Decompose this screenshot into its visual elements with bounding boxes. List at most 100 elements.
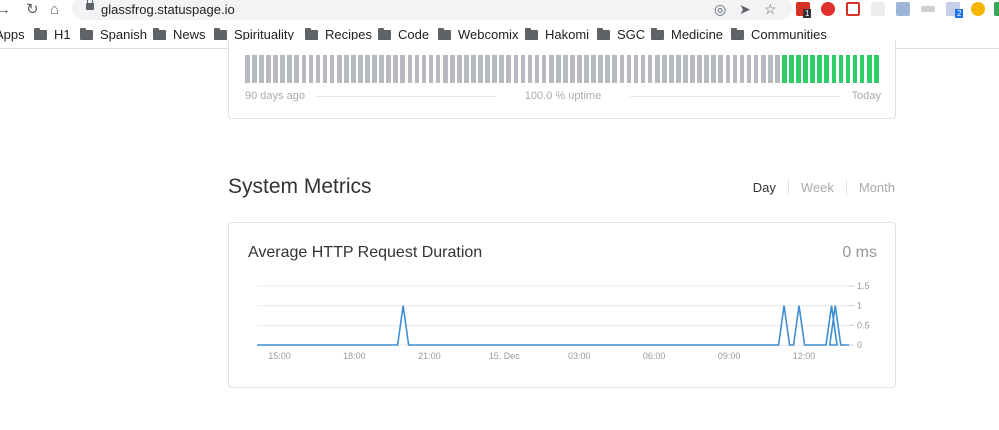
uptime-day-bar[interactable] bbox=[810, 55, 816, 83]
uptime-day-bar[interactable] bbox=[739, 55, 745, 83]
uptime-day-bar[interactable] bbox=[365, 55, 370, 83]
forward-arrow-icon[interactable]: → bbox=[0, 1, 11, 19]
uptime-day-bar[interactable] bbox=[372, 55, 377, 83]
uptime-day-bar[interactable] bbox=[499, 55, 505, 83]
uptime-day-bar[interactable] bbox=[351, 55, 356, 83]
uptime-day-bar[interactable] bbox=[669, 55, 674, 83]
bookmark-apps[interactable]: Apps bbox=[0, 27, 25, 42]
bookmark-spanish[interactable]: Spanish bbox=[80, 27, 147, 42]
uptime-day-bar[interactable] bbox=[605, 55, 611, 83]
extension-icon[interactable] bbox=[871, 2, 885, 16]
uptime-day-bar[interactable] bbox=[704, 55, 710, 83]
uptime-day-bar[interactable] bbox=[506, 55, 512, 83]
uptime-day-bar[interactable] bbox=[464, 55, 469, 83]
star-icon[interactable]: ☆ bbox=[764, 1, 777, 17]
uptime-day-bar[interactable] bbox=[442, 55, 448, 83]
home-icon[interactable]: ⌂ bbox=[50, 1, 59, 19]
uptime-day-bar[interactable] bbox=[676, 55, 681, 83]
uptime-day-bar[interactable] bbox=[273, 55, 278, 83]
uptime-day-bar[interactable] bbox=[859, 55, 865, 83]
uptime-day-bar[interactable] bbox=[301, 55, 307, 83]
uptime-day-bar[interactable] bbox=[457, 55, 462, 83]
uptime-day-bar[interactable] bbox=[336, 55, 342, 83]
uptime-day-bar[interactable] bbox=[449, 55, 455, 83]
uptime-day-bar[interactable] bbox=[796, 55, 801, 83]
uptime-day-bar[interactable] bbox=[315, 55, 321, 83]
url-text[interactable]: glassfrog.statuspage.io bbox=[101, 2, 235, 17]
uptime-day-bar[interactable] bbox=[386, 55, 392, 83]
uptime-day-bar[interactable] bbox=[683, 55, 688, 83]
opera-icon[interactable] bbox=[821, 2, 835, 16]
uptime-day-bar[interactable] bbox=[577, 55, 582, 83]
uptime-day-bar[interactable] bbox=[520, 55, 526, 83]
tab-week[interactable]: Week bbox=[787, 180, 846, 195]
uptime-day-bar[interactable] bbox=[294, 55, 300, 83]
send-icon[interactable]: ➤ bbox=[739, 1, 751, 17]
uptime-day-bar[interactable] bbox=[379, 55, 384, 83]
uptime-day-bar[interactable] bbox=[548, 55, 554, 83]
uptime-day-bar[interactable] bbox=[541, 55, 547, 83]
profile-icon[interactable] bbox=[994, 2, 999, 16]
uptime-day-bar[interactable] bbox=[280, 55, 286, 83]
uptime-day-bar[interactable] bbox=[775, 55, 780, 83]
uptime-day-bar[interactable] bbox=[584, 55, 589, 83]
uptime-day-bar[interactable] bbox=[492, 55, 498, 83]
uptime-day-bar[interactable] bbox=[266, 55, 271, 83]
tab-day[interactable]: Day bbox=[741, 180, 788, 195]
uptime-day-bar[interactable] bbox=[760, 55, 766, 83]
uptime-day-bar[interactable] bbox=[817, 55, 823, 83]
uptime-day-bar[interactable] bbox=[789, 55, 794, 83]
uptime-day-bar[interactable] bbox=[471, 55, 476, 83]
uptime-day-bar[interactable] bbox=[831, 55, 837, 83]
uptime-day-bar[interactable] bbox=[746, 55, 752, 83]
chrome-icon[interactable] bbox=[971, 2, 985, 16]
uptime-day-bar[interactable] bbox=[570, 55, 575, 83]
uptime-day-bar[interactable] bbox=[824, 55, 830, 83]
uptime-day-bar[interactable] bbox=[873, 55, 879, 83]
uptime-day-bar[interactable] bbox=[555, 55, 561, 83]
uptime-day-bar[interactable] bbox=[393, 55, 399, 83]
uptime-day-bar[interactable] bbox=[753, 55, 759, 83]
uptime-day-bar[interactable] bbox=[626, 55, 632, 83]
bookmark-h1[interactable]: H1 bbox=[34, 27, 71, 42]
uptime-day-bar[interactable] bbox=[612, 55, 618, 83]
uptime-day-bar[interactable] bbox=[767, 55, 773, 83]
plus-extension-icon[interactable] bbox=[846, 2, 860, 16]
uptime-day-bar[interactable] bbox=[513, 55, 519, 83]
uptime-day-bar[interactable] bbox=[640, 55, 646, 83]
uptime-day-bar[interactable] bbox=[534, 55, 540, 83]
uptime-day-bar[interactable] bbox=[690, 55, 695, 83]
uptime-day-bar[interactable] bbox=[259, 55, 264, 83]
uptime-day-bar[interactable] bbox=[400, 55, 406, 83]
uptime-day-bar[interactable] bbox=[407, 55, 413, 83]
uptime-day-bar[interactable] bbox=[329, 55, 335, 83]
uptime-day-bar[interactable] bbox=[725, 55, 731, 83]
uptime-day-bar[interactable] bbox=[619, 55, 625, 83]
uptime-day-bar[interactable] bbox=[711, 55, 717, 83]
uptime-day-bar[interactable] bbox=[435, 55, 441, 83]
bookmark-news[interactable]: News bbox=[153, 27, 206, 42]
uptime-day-bar[interactable] bbox=[308, 55, 314, 83]
uptime-day-bar[interactable] bbox=[782, 55, 787, 83]
uptime-day-bar[interactable] bbox=[647, 55, 653, 83]
uptime-day-bar[interactable] bbox=[718, 55, 724, 83]
uptime-day-bar[interactable] bbox=[287, 55, 293, 83]
uptime-day-bar[interactable] bbox=[661, 55, 667, 83]
uptime-day-bar[interactable] bbox=[654, 55, 660, 83]
uptime-day-bar[interactable] bbox=[838, 55, 844, 83]
uptime-day-bar[interactable] bbox=[478, 55, 483, 83]
uptime-day-bar[interactable] bbox=[421, 55, 427, 83]
uptime-day-bar[interactable] bbox=[633, 55, 639, 83]
uptime-day-bar[interactable] bbox=[732, 55, 738, 83]
tab-month[interactable]: Month bbox=[845, 180, 895, 195]
uptime-day-bar[interactable] bbox=[322, 55, 328, 83]
uptime-day-bar[interactable] bbox=[845, 55, 851, 83]
uptime-day-bar[interactable] bbox=[852, 55, 858, 83]
uptime-day-bar[interactable] bbox=[414, 55, 420, 83]
uptime-day-bar[interactable] bbox=[358, 55, 363, 83]
uptime-day-bar[interactable] bbox=[343, 55, 349, 83]
uptime-day-bar[interactable] bbox=[866, 55, 872, 83]
uptime-day-bar[interactable] bbox=[527, 55, 533, 83]
uptime-day-bar[interactable] bbox=[252, 55, 257, 83]
uptime-day-bar[interactable] bbox=[598, 55, 604, 83]
